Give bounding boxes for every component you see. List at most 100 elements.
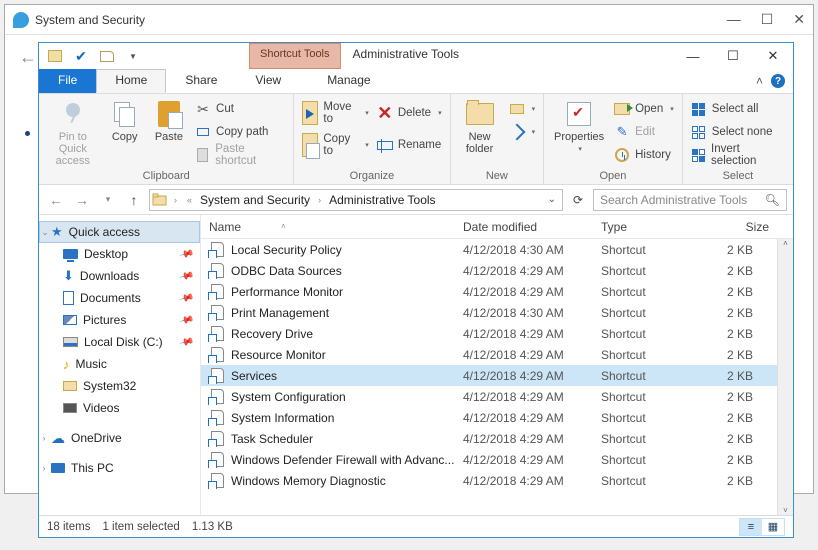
file-row[interactable]: Local Security Policy4/12/2018 4:30 AMSh… — [201, 239, 777, 260]
parent-close-button[interactable]: ✕ — [793, 11, 805, 28]
select-all-button[interactable]: Select all — [689, 98, 787, 120]
sidebar-item-downloads[interactable]: ⬇Downloads📌 — [39, 265, 200, 287]
close-button[interactable]: ✕ — [753, 43, 793, 69]
file-row[interactable]: Windows Defender Firewall with Advanc...… — [201, 449, 777, 470]
shortcut-icon — [209, 347, 225, 363]
file-row[interactable]: Print Management4/12/2018 4:30 AMShortcu… — [201, 302, 777, 323]
sidebar-item-system32[interactable]: System32 — [39, 375, 200, 397]
new-item-button[interactable]: ▾ — [507, 98, 538, 120]
view-large-icons-button[interactable]: ▦ — [762, 519, 784, 535]
breadcrumb-dropdown[interactable]: ⌄ — [548, 194, 556, 205]
column-name[interactable]: Name˄ — [201, 220, 455, 234]
file-row[interactable]: System Configuration4/12/2018 4:29 AMSho… — [201, 386, 777, 407]
copy-path-button[interactable]: Copy path — [193, 121, 287, 143]
file-row[interactable]: Recovery Drive4/12/2018 4:29 AMShortcut2… — [201, 323, 777, 344]
maximize-button[interactable]: ☐ — [713, 43, 753, 69]
file-row[interactable]: Performance Monitor4/12/2018 4:29 AMShor… — [201, 281, 777, 302]
parent-maximize-button[interactable]: ☐ — [761, 11, 774, 28]
file-row[interactable]: Resource Monitor4/12/2018 4:29 AMShortcu… — [201, 344, 777, 365]
delete-button[interactable]: ✕Delete▾ — [375, 102, 444, 124]
paste-shortcut-button[interactable]: Paste shortcut — [193, 144, 287, 166]
column-type[interactable]: Type — [593, 220, 687, 234]
sidebar-item-label: Downloads — [80, 269, 139, 283]
file-row[interactable]: Task Scheduler4/12/2018 4:29 AMShortcut2… — [201, 428, 777, 449]
invert-selection-button[interactable]: Invert selection — [689, 144, 787, 166]
help-icon[interactable]: ? — [771, 74, 785, 88]
sidebar-item-documents[interactable]: Documents📌 — [39, 287, 200, 309]
tab-manage[interactable]: Manage — [308, 69, 389, 93]
copy-button[interactable]: Copy — [105, 96, 145, 143]
view-details-button[interactable]: ≡ — [740, 519, 762, 535]
tab-view[interactable]: View — [236, 69, 300, 93]
sidebar-item-local-disk[interactable]: Local Disk (C:)📌 — [39, 331, 200, 353]
breadcrumb-item[interactable]: Administrative Tools — [327, 193, 438, 207]
qat-customize-dropdown[interactable]: ▼ — [123, 46, 143, 66]
sidebar-item-this-pc[interactable]: ›This PC — [39, 457, 200, 479]
minimize-button[interactable]: — — [673, 43, 713, 69]
properties-button[interactable]: Properties ▾ — [550, 96, 608, 154]
edit-icon: ✎ — [614, 124, 630, 140]
easy-access-icon — [508, 124, 525, 141]
chevron-down-icon[interactable]: ⌄ — [40, 227, 50, 238]
tab-file[interactable]: File — [39, 69, 96, 93]
chevron-right-icon[interactable]: › — [314, 195, 325, 205]
nav-recent-button[interactable]: ▾ — [97, 189, 119, 211]
shortcut-icon — [209, 473, 225, 489]
tab-share[interactable]: Share — [166, 69, 236, 93]
parent-minimize-button[interactable]: — — [727, 11, 741, 28]
sidebar-item-videos[interactable]: Videos — [39, 397, 200, 419]
refresh-button[interactable]: ⟳ — [567, 189, 589, 211]
scrollbar[interactable]: ˄ ˅ — [777, 239, 793, 515]
nav-forward-button[interactable]: → — [71, 189, 93, 211]
cut-button[interactable]: ✂Cut — [193, 98, 287, 120]
edit-button[interactable]: ✎Edit — [612, 121, 676, 143]
sidebar-item-pictures[interactable]: Pictures📌 — [39, 309, 200, 331]
pin-to-quick-access-button[interactable]: Pin to Quick access — [45, 96, 101, 167]
paste-button[interactable]: Paste — [149, 96, 189, 143]
file-size: 2 KB — [687, 243, 761, 257]
group-organize: Move to▾ Copy to▾ ✕Delete▾ Rename Organi… — [294, 94, 450, 184]
qat-new-folder-button[interactable] — [97, 46, 117, 66]
qat-app-icon[interactable] — [45, 46, 65, 66]
breadcrumb-item[interactable]: System and Security — [198, 193, 312, 207]
select-none-button[interactable]: Select none — [689, 121, 787, 143]
chevron-right-icon[interactable]: › — [170, 195, 181, 205]
sidebar-item-desktop[interactable]: Desktop📌 — [39, 243, 200, 265]
context-tab-shortcut-tools[interactable]: Shortcut Tools — [249, 43, 341, 69]
rename-button[interactable]: Rename — [375, 134, 444, 156]
file-row[interactable]: System Information4/12/2018 4:29 AMShort… — [201, 407, 777, 428]
nav-up-button[interactable]: ↑ — [123, 189, 145, 211]
tab-home[interactable]: Home — [96, 69, 166, 93]
scroll-up-icon[interactable]: ˄ — [778, 239, 793, 248]
sidebar-item-onedrive[interactable]: ›☁OneDrive — [39, 427, 200, 449]
new-folder-button[interactable]: New folder — [457, 96, 503, 155]
copy-to-button[interactable]: Copy to▾ — [300, 134, 370, 156]
column-size[interactable]: Size — [687, 220, 777, 234]
pictures-icon — [63, 315, 77, 325]
column-date[interactable]: Date modified — [455, 220, 593, 234]
file-row[interactable]: Windows Memory Diagnostic4/12/2018 4:29 … — [201, 470, 777, 491]
open-button[interactable]: Open▾ — [612, 98, 676, 120]
breadcrumb[interactable]: › « System and Security › Administrative… — [149, 189, 563, 211]
history-button[interactable]: History — [612, 144, 676, 166]
shortcut-icon — [209, 452, 225, 468]
chevron-right-icon[interactable]: › — [39, 463, 49, 473]
nav-back-button[interactable]: ← — [45, 189, 67, 211]
file-type: Shortcut — [593, 474, 687, 488]
sidebar-item-quick-access[interactable]: ⌄ ★ Quick access — [39, 221, 200, 243]
breadcrumb-ellipsis[interactable]: « — [183, 195, 196, 205]
file-row[interactable]: ODBC Data Sources4/12/2018 4:29 AMShortc… — [201, 260, 777, 281]
file-type: Shortcut — [593, 411, 687, 425]
pin-icon: 📌 — [178, 312, 194, 328]
sidebar-item-music[interactable]: ♪Music — [39, 353, 200, 375]
qat-properties-button[interactable]: ✔ — [71, 46, 91, 66]
search-input[interactable]: Search Administrative Tools 🔍︎ — [593, 189, 787, 211]
easy-access-button[interactable]: ▾ — [507, 121, 538, 143]
parent-back-button[interactable]: ← — [19, 47, 37, 68]
chevron-right-icon[interactable]: › — [39, 433, 49, 443]
file-row[interactable]: Services4/12/2018 4:29 AMShortcut2 KB — [201, 365, 777, 386]
ribbon-collapse-button[interactable]: ˄ — [756, 74, 763, 88]
file-date: 4/12/2018 4:30 AM — [455, 243, 593, 257]
move-to-button[interactable]: Move to▾ — [300, 102, 370, 124]
scroll-down-icon[interactable]: ˅ — [778, 506, 793, 515]
